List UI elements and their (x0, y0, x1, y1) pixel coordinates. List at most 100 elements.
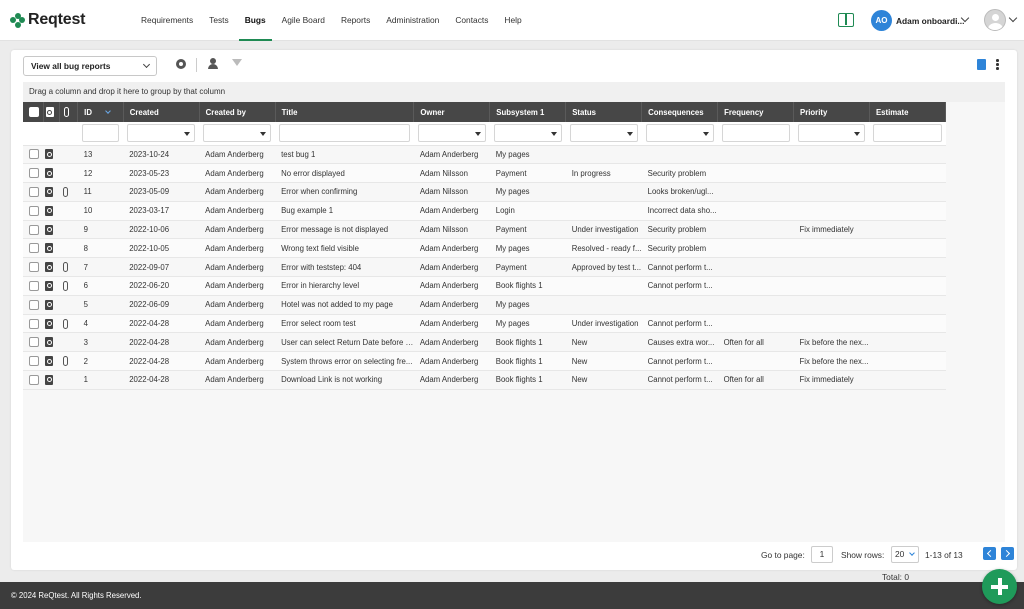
prev-page-button[interactable] (983, 547, 996, 560)
profile-chevron-down-icon[interactable] (1008, 13, 1018, 23)
filter-dropdown-icon[interactable] (626, 132, 633, 137)
column-header-created-by[interactable]: Created by (199, 102, 276, 122)
bug-icon[interactable] (45, 186, 54, 197)
row-checkbox[interactable] (29, 149, 39, 160)
row-checkbox[interactable] (29, 243, 39, 254)
bug-icon[interactable] (45, 280, 54, 291)
select-all-header[interactable] (23, 102, 44, 122)
nav-item-help[interactable]: Help (496, 0, 529, 41)
filter-status[interactable] (569, 124, 638, 143)
profile-icon[interactable] (984, 9, 1006, 31)
nav-item-administration[interactable]: Administration (378, 0, 447, 41)
row-select-cell[interactable] (23, 163, 44, 184)
bug-icon[interactable] (45, 337, 54, 348)
row-select-cell[interactable] (23, 238, 44, 259)
bug-icon[interactable] (45, 374, 54, 385)
bug-icon[interactable] (45, 205, 54, 216)
paperclip-icon[interactable] (63, 280, 69, 291)
filter-subsystem-1[interactable] (493, 124, 562, 143)
table-row[interactable]: 7 2022-09-07 Adam Anderberg Error with test… (23, 257, 946, 278)
user-name[interactable]: Adam onboardi... (896, 16, 964, 26)
row-select-cell[interactable] (23, 145, 44, 165)
column-header-status[interactable]: Status (565, 102, 643, 122)
table-row[interactable]: 10 2023-03-17 Adam Anderberg Bug example 1A… (23, 201, 946, 221)
filter-estimate[interactable] (873, 124, 942, 143)
column-header-frequency[interactable]: Frequency (717, 102, 794, 122)
paperclip-icon[interactable] (63, 356, 69, 367)
row-select-cell[interactable] (23, 314, 44, 334)
column-header-priority[interactable]: Priority (793, 102, 870, 122)
bug-icon[interactable] (45, 262, 54, 273)
row-checkbox[interactable] (29, 262, 39, 273)
bug-icon[interactable] (45, 149, 54, 160)
table-row[interactable]: 2 2022-04-28 Adam Anderberg System throws e… (23, 351, 946, 372)
row-checkbox[interactable] (29, 299, 39, 310)
filter-dropdown-icon[interactable] (184, 132, 191, 137)
group-by-bar[interactable]: Drag a column and drop it here to group … (23, 82, 1005, 102)
row-select-cell[interactable] (23, 295, 44, 315)
paperclip-icon[interactable] (63, 186, 69, 197)
table-row[interactable]: 4 2022-04-28 Adam Anderberg Error select ro… (23, 314, 946, 334)
nav-item-tests[interactable]: Tests (201, 0, 237, 41)
filter-dropdown-icon[interactable] (474, 132, 481, 137)
filter-frequency[interactable] (721, 124, 790, 143)
table-row[interactable]: 1 2022-04-28 Adam Anderberg Download Link i… (23, 370, 946, 390)
row-checkbox[interactable] (29, 318, 39, 329)
filter-priority[interactable] (797, 124, 866, 143)
bug-icon[interactable] (45, 318, 54, 329)
reqtest-logo[interactable]: Reqtest (10, 11, 85, 29)
show-rows-select[interactable]: 20 (891, 546, 919, 563)
sort-desc-icon[interactable] (105, 107, 111, 114)
bug-icon[interactable] (45, 224, 54, 235)
select-all-checkbox[interactable] (29, 107, 39, 117)
gear-icon[interactable] (176, 59, 186, 69)
column-header-estimate[interactable]: Estimate (869, 102, 947, 122)
column-header-id[interactable]: ID (77, 102, 124, 122)
nav-item-bugs[interactable]: Bugs (237, 0, 274, 41)
filter-dropdown-icon[interactable] (260, 132, 267, 137)
nav-item-contacts[interactable]: Contacts (447, 0, 496, 41)
row-checkbox[interactable] (29, 356, 39, 367)
next-page-button[interactable] (1001, 547, 1014, 560)
row-checkbox[interactable] (29, 280, 39, 291)
table-row[interactable]: 8 2022-10-05 Adam Anderberg Wrong text fiel… (23, 238, 946, 259)
filter-dropdown-icon[interactable] (550, 132, 557, 137)
column-header-title[interactable]: Title (275, 102, 415, 122)
filter-dropdown-icon[interactable] (854, 132, 861, 137)
column-header-subsystem-1[interactable]: Subsystem 1 (489, 102, 567, 122)
filter-consequences[interactable] (645, 124, 714, 143)
filter-created[interactable] (127, 124, 196, 143)
bug-icon[interactable] (45, 168, 54, 179)
go-to-page-input[interactable]: 1 (811, 546, 833, 563)
row-checkbox[interactable] (29, 168, 39, 179)
filter-created-by[interactable] (203, 124, 272, 143)
export-icon[interactable] (977, 59, 986, 70)
bug-icon[interactable] (45, 243, 54, 254)
row-select-cell[interactable] (23, 257, 44, 278)
view-select[interactable]: View all bug reports (23, 56, 157, 76)
row-select-cell[interactable] (23, 220, 44, 240)
table-row[interactable]: 12 2023-05-23 Adam Anderberg No error displ… (23, 163, 946, 184)
table-row[interactable]: 13 2023-10-24 Adam Anderberg test bug 1 Adam… (23, 145, 946, 165)
row-checkbox[interactable] (29, 186, 39, 197)
bug-icon[interactable] (45, 356, 54, 367)
clear-filter-icon[interactable] (232, 59, 242, 66)
filter-dropdown-icon[interactable] (702, 132, 709, 137)
row-select-cell[interactable] (23, 182, 44, 202)
row-checkbox[interactable] (29, 374, 39, 385)
avatar[interactable]: AO (871, 10, 892, 31)
add-bug-button[interactable] (982, 569, 1017, 604)
column-header-owner[interactable]: Owner (413, 102, 491, 122)
row-select-cell[interactable] (23, 201, 44, 221)
more-vertical-icon[interactable] (996, 59, 999, 70)
nav-item-agile-board[interactable]: Agile Board (274, 0, 333, 41)
paperclip-icon[interactable] (63, 318, 69, 329)
row-checkbox[interactable] (29, 337, 39, 348)
filter-id[interactable] (81, 124, 120, 143)
table-row[interactable]: 6 2022-06-20 Adam Anderberg Error in hierar… (23, 276, 946, 296)
row-checkbox[interactable] (29, 224, 39, 235)
column-header-consequences[interactable]: Consequences (641, 102, 719, 122)
table-row[interactable]: 5 2022-06-09 Adam Anderberg Hotel was not a… (23, 295, 946, 315)
filter-title[interactable] (279, 124, 410, 143)
table-row[interactable]: 3 2022-04-28 Adam Anderberg User can select… (23, 332, 946, 353)
